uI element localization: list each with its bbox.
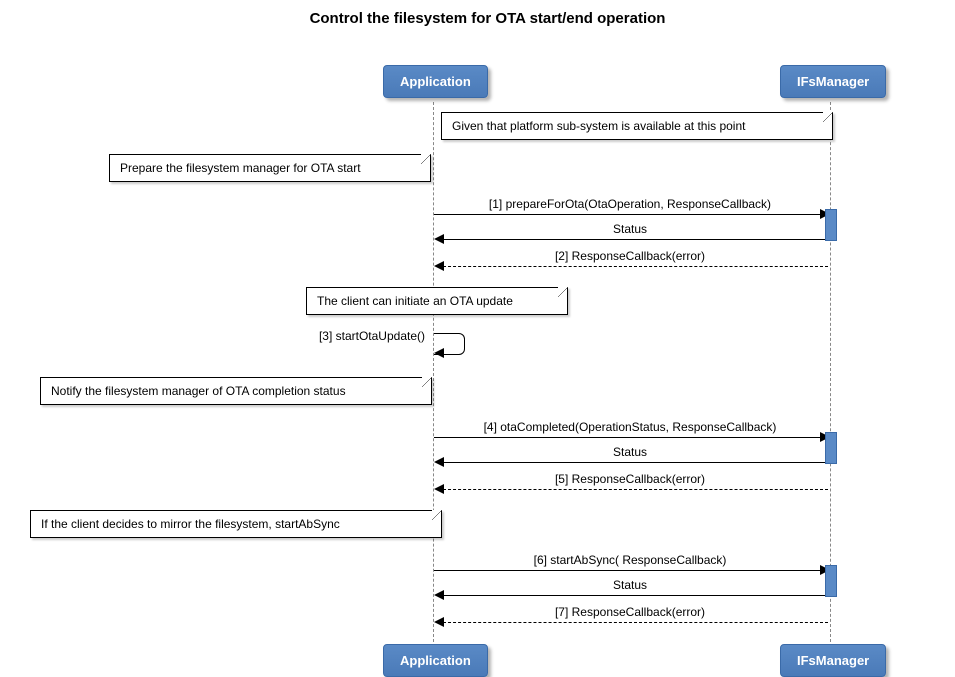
arrow-head-m6r <box>434 590 444 600</box>
arrow-head-m5 <box>434 484 444 494</box>
arrow-head-m3 <box>434 348 444 358</box>
participant-ifsmanager-top: IFsManager <box>780 65 886 98</box>
msg-status-1: Status <box>440 222 820 236</box>
note-notify-completion: Notify the filesystem manager of OTA com… <box>40 377 432 405</box>
arrow-head-m2 <box>434 261 444 271</box>
msg-response-callback-7: [7] ResponseCallback(error) <box>440 605 820 619</box>
arrow-m7 <box>443 622 828 623</box>
msg-prepare-for-ota: [1] prepareForOta(OtaOperation, Response… <box>440 197 820 211</box>
msg-start-ota-update: [3] startOtaUpdate() <box>310 329 425 343</box>
sequence-diagram: Application IFsManager Application IFsMa… <box>10 37 945 667</box>
arrow-m1r <box>443 239 825 240</box>
msg-ota-completed: [4] otaCompleted(OperationStatus, Respon… <box>440 420 820 434</box>
activation-m1 <box>825 209 837 241</box>
msg-status-4: Status <box>440 445 820 459</box>
arrow-m5 <box>443 489 828 490</box>
arrow-m6 <box>434 570 820 571</box>
lifeline-application <box>433 102 435 642</box>
arrow-m4r <box>443 462 825 463</box>
arrow-head-m7 <box>434 617 444 627</box>
activation-m4 <box>825 432 837 464</box>
arrow-head-m4r <box>434 457 444 467</box>
msg-response-callback-5: [5] ResponseCallback(error) <box>440 472 820 486</box>
msg-response-callback-2: [2] ResponseCallback(error) <box>440 249 820 263</box>
msg-status-6: Status <box>440 578 820 592</box>
note-start-ab-sync: If the client decides to mirror the file… <box>30 510 442 538</box>
msg-start-ab-sync: [6] startAbSync( ResponseCallback) <box>440 553 820 567</box>
arrow-m6r <box>443 595 825 596</box>
participant-ifsmanager-bottom: IFsManager <box>780 644 886 677</box>
activation-m6 <box>825 565 837 597</box>
participant-application-bottom: Application <box>383 644 488 677</box>
note-prepare-ota-start: Prepare the filesystem manager for OTA s… <box>109 154 431 182</box>
note-client-initiate-ota: The client can initiate an OTA update <box>306 287 568 315</box>
arrow-head-m1r <box>434 234 444 244</box>
arrow-m1 <box>434 214 820 215</box>
arrow-m2 <box>443 266 828 267</box>
diagram-title: Control the filesystem for OTA start/end… <box>10 10 955 27</box>
participant-application-top: Application <box>383 65 488 98</box>
lifeline-ifsmanager <box>830 102 832 642</box>
arrow-m4 <box>434 437 820 438</box>
note-platform-available: Given that platform sub-system is availa… <box>441 112 833 140</box>
